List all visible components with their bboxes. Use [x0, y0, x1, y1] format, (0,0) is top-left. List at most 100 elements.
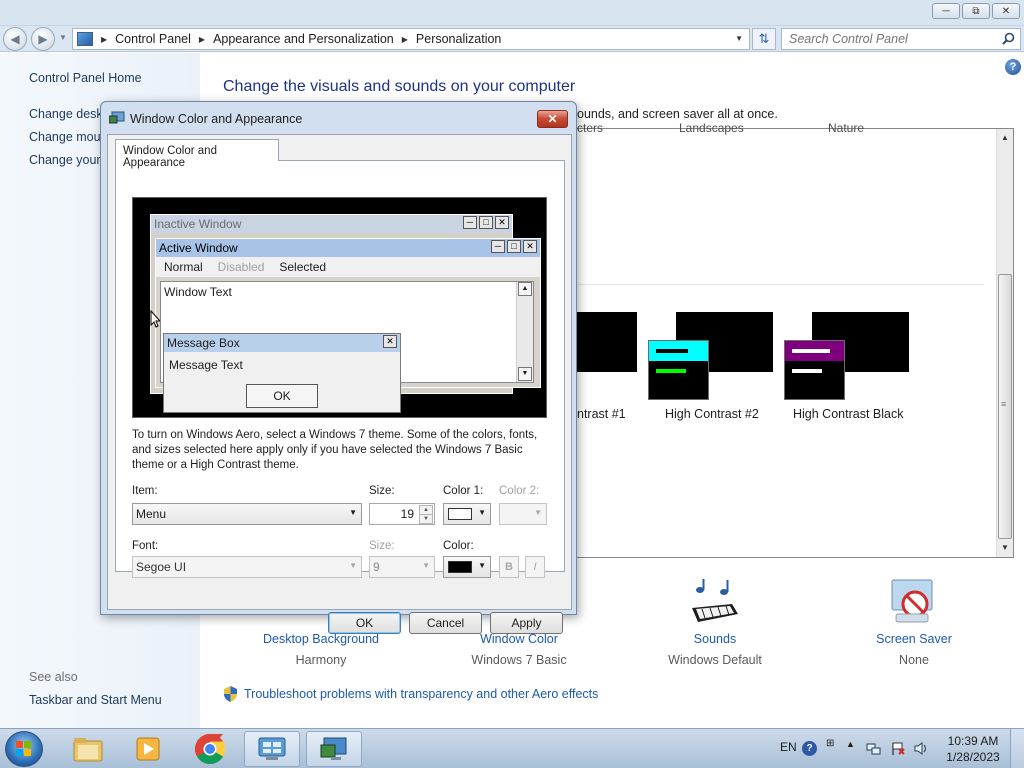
volume-icon[interactable] [914, 741, 929, 756]
change-mouse-pointers-link[interactable]: Change mous [29, 130, 107, 144]
breadcrumb-separator-icon[interactable]: ▶ [199, 35, 205, 44]
taskbar-chrome[interactable] [182, 731, 238, 767]
sounds-icon[interactable] [688, 578, 740, 626]
scroll-up-arrow-icon[interactable]: ▲ [1001, 133, 1009, 142]
chevron-down-icon: ▼ [349, 561, 357, 570]
cancel-button[interactable]: Cancel [409, 612, 482, 634]
preview-close-icon: ✕ [383, 335, 397, 348]
theme-label-high-contrast-1[interactable]: ntrast #1 [577, 407, 626, 421]
color1-picker[interactable]: ▼ [443, 503, 491, 525]
system-clock[interactable]: 10:39 AM 1/28/2023 [944, 733, 1002, 765]
taskbar-start-menu-link[interactable]: Taskbar and Start Menu [29, 693, 162, 707]
window-color-link[interactable]: Window Color Windows 7 Basic [444, 632, 594, 667]
language-indicator[interactable]: EN [780, 740, 797, 754]
preview-scrollbar[interactable]: ▲ ▼ [516, 282, 533, 382]
media-player-icon [136, 737, 160, 761]
search-icon[interactable] [1002, 32, 1015, 45]
bold-toggle-button[interactable]: B [499, 556, 519, 578]
color2-picker[interactable]: ▼ [499, 503, 547, 525]
themes-scrollbar[interactable]: ▲ ≡ ▼ [996, 129, 1013, 557]
appearance-preview[interactable]: Inactive Window ─ □ ✕ Active Window ─ □ [132, 197, 547, 418]
preview-menu-bar[interactable]: Normal Disabled Selected [156, 257, 540, 277]
item-size-stepper[interactable]: 19 ▲ ▼ [369, 503, 435, 525]
refresh-button[interactable]: ⇅ [752, 28, 776, 50]
screen-saver-link[interactable]: Screen Saver None [839, 632, 989, 667]
preview-maximize-icon: □ [507, 240, 521, 253]
close-button[interactable]: ✕ [992, 3, 1020, 19]
minimize-button[interactable]: ─ [932, 3, 960, 19]
search-input[interactable] [782, 29, 982, 49]
control-panel-home-link[interactable]: Control Panel Home [29, 71, 142, 85]
preview-caption-buttons[interactable]: ─ □ ✕ [491, 240, 537, 253]
theme-label-high-contrast-black[interactable]: High Contrast Black [793, 407, 903, 421]
help-icon[interactable]: ? [1005, 59, 1021, 75]
preview-message-box[interactable]: Message Box ✕ Message Text OK [163, 333, 401, 413]
restore-button[interactable]: ⧉ [962, 3, 990, 19]
sounds-link[interactable]: Sounds Windows Default [640, 632, 790, 667]
breadcrumb-separator-icon[interactable]: ▶ [402, 35, 408, 44]
ok-button[interactable]: OK [328, 612, 401, 634]
address-bar[interactable]: ▶ Control Panel ▶ Appearance and Persona… [72, 28, 750, 50]
preview-active-titlebar[interactable]: Active Window ─ □ ✕ [156, 239, 540, 257]
desktop-background-link[interactable]: Desktop Background Harmony [246, 632, 396, 667]
theme-thumbnail-high-contrast-black[interactable] [784, 312, 909, 402]
taskbar-file-explorer[interactable] [60, 731, 116, 767]
preview-menu-disabled[interactable]: Disabled [218, 260, 265, 277]
breadcrumb-appearance[interactable]: Appearance and Personalization [213, 32, 394, 46]
forward-button[interactable]: ▶ [31, 27, 55, 51]
theme-label-landscapes[interactable]: Landscapes [679, 121, 744, 135]
tab-window-color-appearance[interactable]: Window Color and Appearance [115, 139, 279, 169]
troubleshoot-aero-link[interactable]: Troubleshoot problems with transparency … [244, 687, 598, 701]
minimize-icon: ─ [942, 5, 950, 17]
italic-toggle-button[interactable]: I [525, 556, 545, 578]
preview-message-ok-button[interactable]: OK [246, 384, 318, 408]
color1-swatch [448, 508, 472, 520]
preview-inactive-titlebar[interactable]: Inactive Window ─ □ ✕ [151, 215, 512, 233]
preview-menu-selected[interactable]: Selected [279, 260, 326, 277]
taskbar-control-panel[interactable] [244, 731, 300, 767]
taskbar-media-player[interactable] [120, 731, 176, 767]
scroll-down-arrow-icon[interactable]: ▼ [1001, 543, 1009, 552]
theme-label-characters[interactable]: cters [577, 121, 603, 135]
recent-pages-dropdown[interactable]: ▼ [59, 33, 67, 42]
apply-button[interactable]: Apply [490, 612, 563, 634]
desktop-background-label[interactable]: Desktop Background [246, 632, 396, 646]
start-button[interactable] [5, 731, 43, 767]
color2-label: Color 2: [499, 485, 540, 497]
sounds-label[interactable]: Sounds [640, 632, 790, 646]
change-account-picture-link[interactable]: Change your [29, 153, 101, 167]
font-size-select[interactable]: 9 ▼ [369, 556, 435, 578]
theme-label-nature[interactable]: Nature [828, 121, 864, 135]
clock-time: 10:39 AM [947, 734, 999, 748]
window-color-label[interactable]: Window Color [444, 632, 594, 646]
back-button[interactable]: ◀ [3, 27, 27, 51]
item-select[interactable]: Menu ▼ [132, 503, 362, 525]
breadcrumb-control-panel[interactable]: Control Panel [115, 32, 191, 46]
taskbar-window-color-dialog[interactable] [306, 731, 362, 767]
network-icon[interactable] [866, 741, 881, 756]
help-tray-icon[interactable]: ? [802, 741, 817, 756]
theme-label-high-contrast-2[interactable]: High Contrast #2 [665, 407, 759, 421]
preview-caption-buttons[interactable]: ✕ [383, 335, 397, 348]
show-hidden-icons-icon[interactable]: ▲ [846, 739, 855, 749]
font-select[interactable]: Segoe UI ▼ [132, 556, 362, 578]
address-history-dropdown[interactable]: ▼ [735, 34, 743, 43]
font-color-picker[interactable]: ▼ [443, 556, 491, 578]
breadcrumb-separator-icon[interactable]: ▶ [101, 35, 107, 44]
preview-message-box-titlebar[interactable]: Message Box ✕ [164, 334, 400, 352]
spin-down-icon[interactable]: ▼ [419, 514, 433, 524]
change-desktop-icons-link[interactable]: Change deskt [29, 107, 106, 121]
font-label: Font: [132, 540, 159, 552]
screen-saver-label[interactable]: Screen Saver [839, 632, 989, 646]
show-desktop-button[interactable] [1010, 729, 1024, 768]
theme-thumbnail-high-contrast-1[interactable] [577, 312, 637, 372]
search-box[interactable] [781, 28, 1021, 50]
preview-caption-buttons[interactable]: ─ □ ✕ [463, 216, 509, 229]
breadcrumb-personalization[interactable]: Personalization [416, 32, 501, 46]
preview-menu-normal[interactable]: Normal [164, 260, 203, 277]
dialog-close-button[interactable]: ✕ [537, 110, 568, 128]
theme-thumbnail-high-contrast-2[interactable] [648, 312, 773, 402]
screen-saver-icon[interactable] [888, 578, 940, 626]
keyboard-layout-icon[interactable]: ⊞ [826, 738, 834, 749]
action-center-icon[interactable] [890, 741, 905, 756]
